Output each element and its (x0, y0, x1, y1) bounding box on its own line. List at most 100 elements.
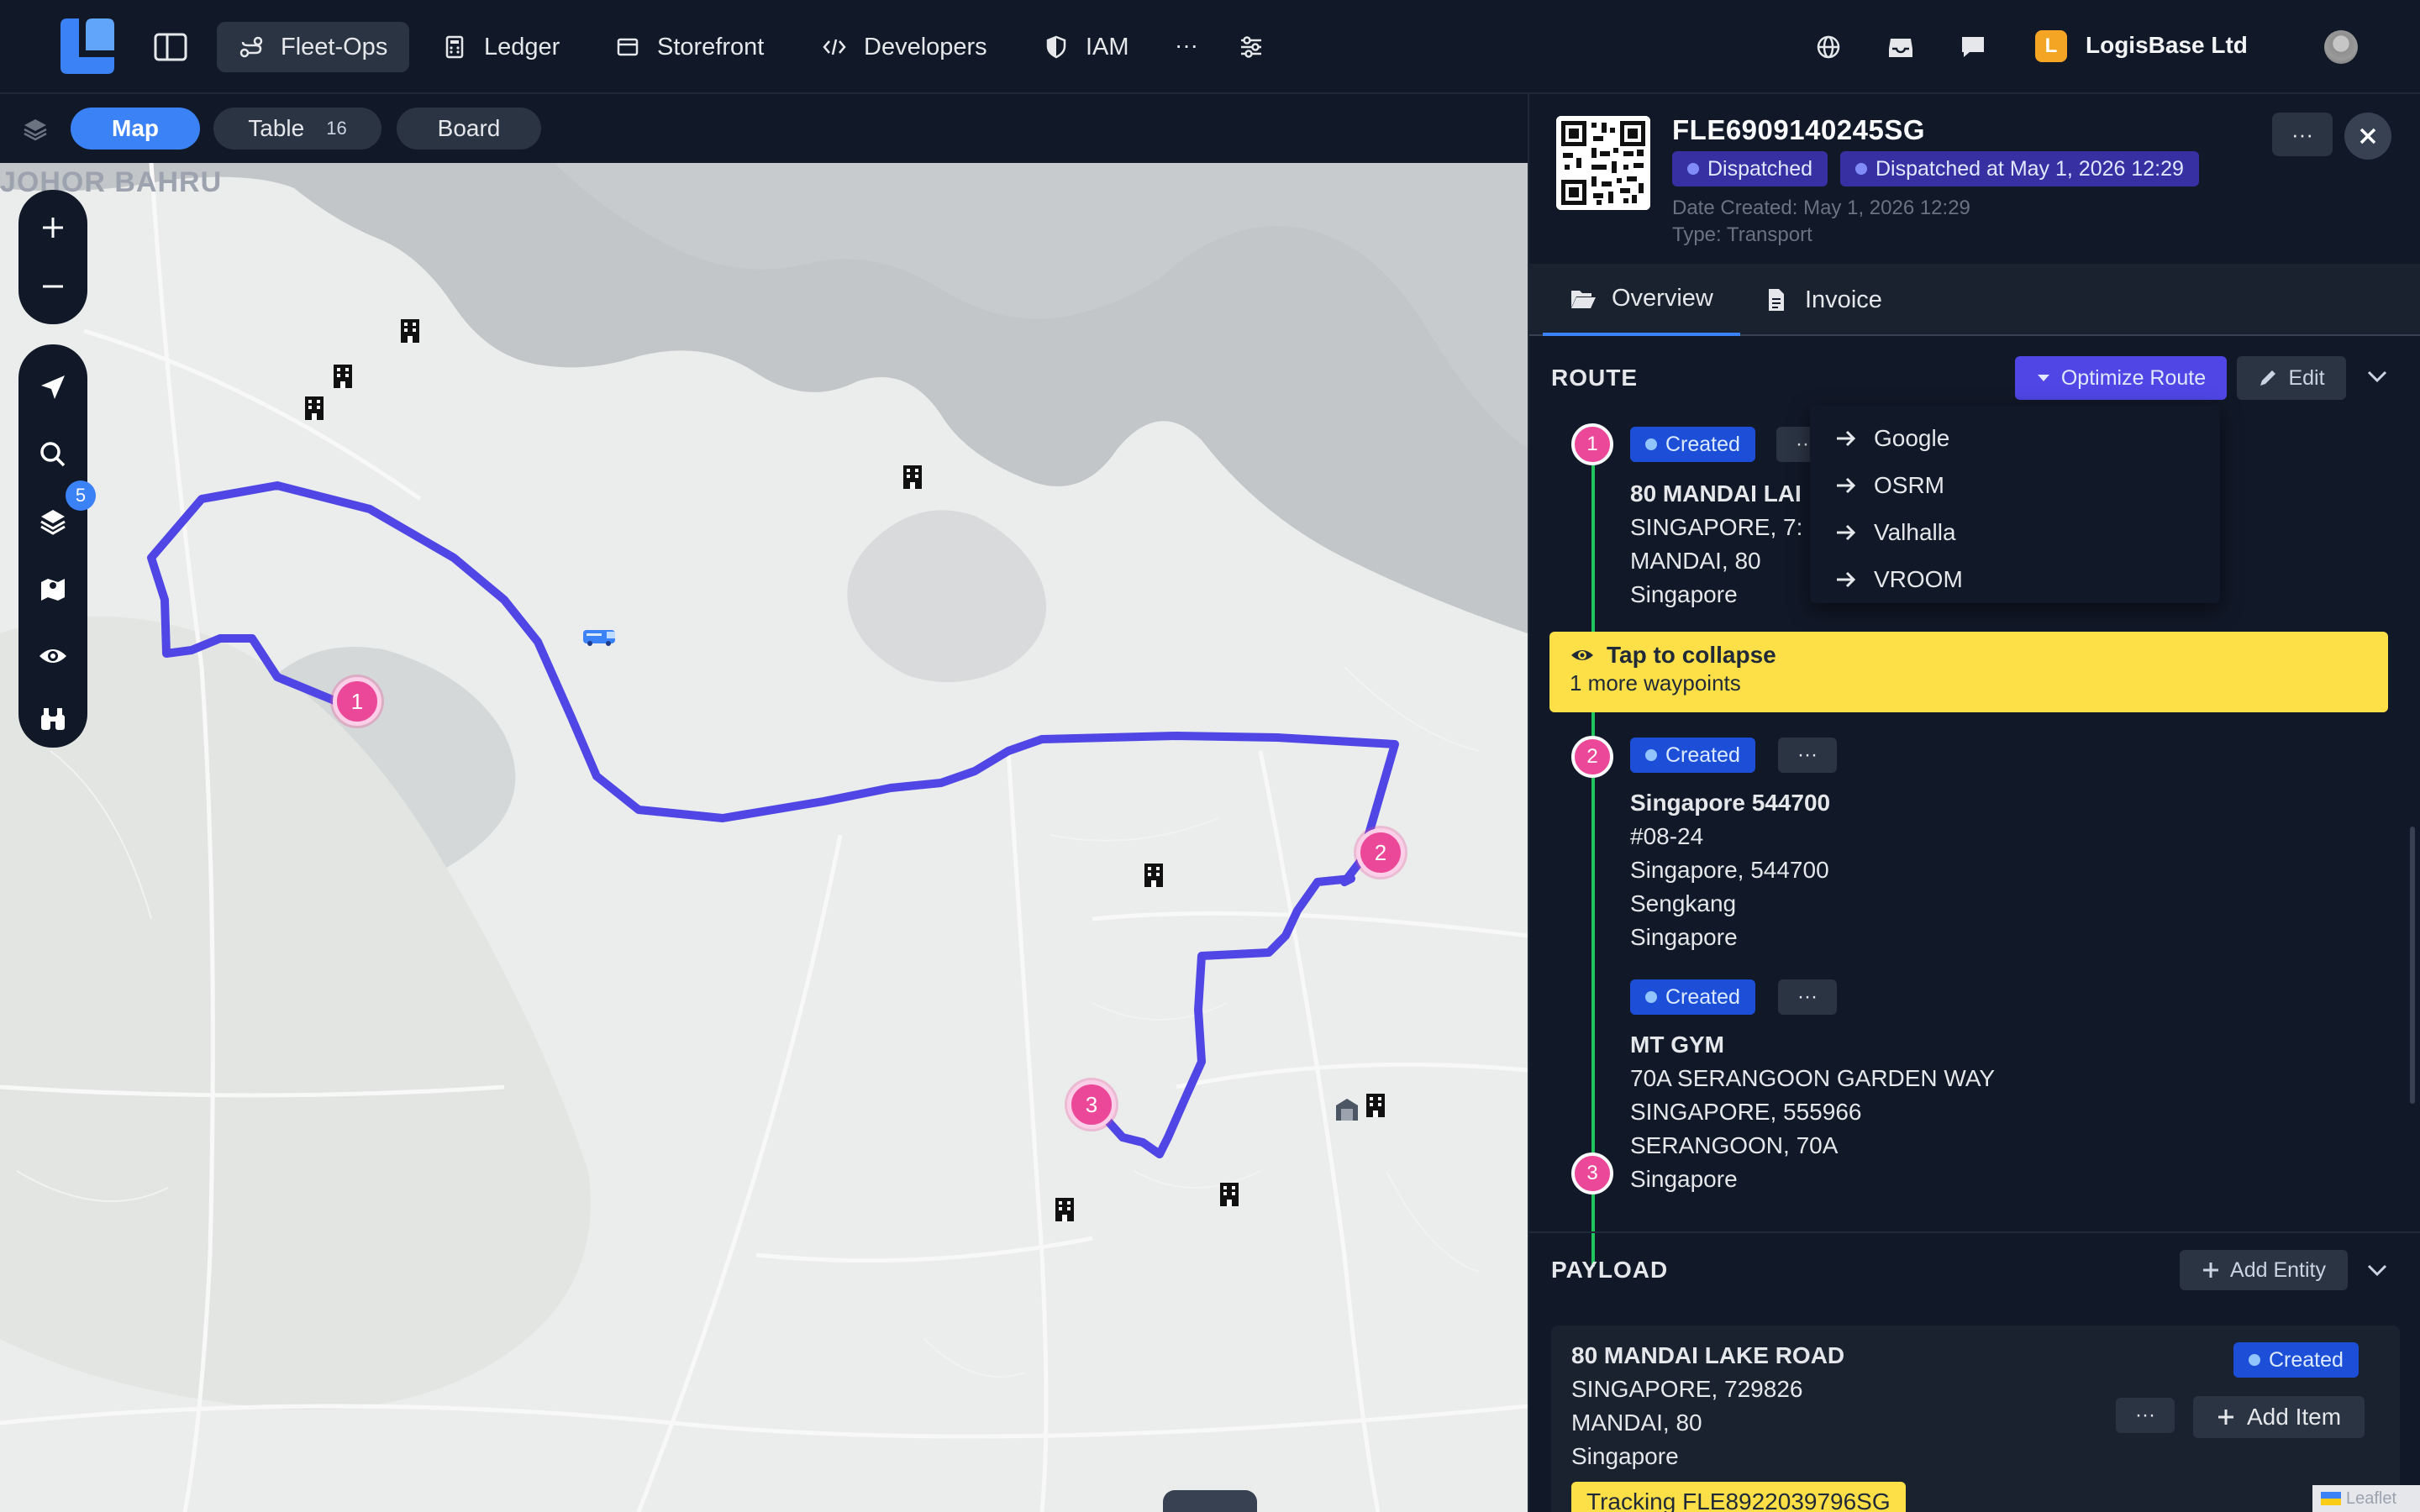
building-icon[interactable] (399, 318, 421, 344)
sliders-icon[interactable] (1234, 30, 1269, 64)
status-label: Created (1665, 743, 1740, 767)
caret-down-icon (2037, 375, 2049, 381)
add-item-button[interactable]: Add Item (2193, 1396, 2365, 1438)
folder-open-icon (1571, 291, 1596, 308)
nav-storefront[interactable]: Storefront (593, 22, 786, 72)
waypoint-name: Singapore 544700 (1630, 790, 1831, 816)
waypoint-address: Singapore 544700 #08-24 Singapore, 54470… (1630, 786, 1830, 954)
inbox-icon[interactable] (1884, 30, 1918, 64)
eye-icon[interactable] (18, 627, 87, 685)
waypoint-number: 2 (1571, 736, 1613, 778)
waypoint-more-button[interactable]: ··· (1778, 738, 1837, 773)
binoculars-icon[interactable] (18, 689, 87, 748)
vehicle-icon[interactable] (581, 627, 620, 647)
address-line: Singapore (1630, 1166, 1738, 1192)
flag-icon (2321, 1492, 2341, 1505)
calculator-icon (445, 35, 464, 59)
sidebar-toggle-icon[interactable] (151, 30, 190, 64)
building-icon[interactable] (1365, 1092, 1386, 1119)
zoom-out-button[interactable] (18, 257, 87, 316)
nav-developers[interactable]: Developers (800, 22, 1009, 72)
top-navigation-bar: Fleet-Ops Ledger Storefront Developers I… (0, 0, 2420, 94)
app-logo[interactable] (60, 18, 114, 74)
status-dot (1645, 991, 1657, 1003)
route-timeline-line (1591, 454, 1595, 1267)
building-icon[interactable] (1143, 862, 1165, 889)
map-icon[interactable] (18, 559, 87, 618)
tab-overview[interactable]: Overview (1543, 264, 1740, 336)
status-badge: Created (1630, 979, 1755, 1015)
building-icon[interactable] (332, 363, 354, 390)
nav-fleet-ops[interactable]: Fleet-Ops (217, 22, 410, 72)
drawer-drag-handle[interactable] (1163, 1490, 1257, 1512)
globe-icon[interactable] (1812, 30, 1845, 64)
status-label: Dispatched (1707, 156, 1813, 181)
building-icon[interactable] (1054, 1196, 1076, 1223)
nav-label: Developers (864, 33, 987, 60)
send-icon[interactable] (18, 358, 87, 417)
arrow-right-icon (1837, 430, 1856, 447)
org-badge[interactable]: L (2035, 30, 2067, 62)
optimize-option-vroom[interactable]: VROOM (1810, 556, 2220, 603)
address-line: 70A SERANGOON GARDEN WAY (1630, 1065, 1996, 1091)
building-icon[interactable] (902, 464, 923, 491)
entity-name: 80 MANDAI LAKE ROAD (1571, 1342, 1845, 1368)
address-line: Singapore (1571, 1443, 1679, 1469)
chat-icon[interactable] (1956, 30, 1990, 64)
pencil-icon (2260, 370, 2276, 386)
order-menu-button[interactable]: ··· (2272, 113, 2333, 156)
address-line: Singapore (1630, 581, 1738, 607)
panel-scrollbar[interactable] (2410, 827, 2415, 1104)
waypoint-marker-2[interactable]: 2 (1356, 828, 1405, 877)
status-badge: Created (1630, 738, 1755, 773)
status-badge: Created (2233, 1342, 2359, 1378)
tab-board[interactable]: Board (397, 108, 541, 150)
nav-ledger[interactable]: Ledger (420, 22, 581, 72)
address-line: SINGAPORE, 7: (1630, 514, 1803, 540)
optimize-option-google[interactable]: Google (1810, 415, 2220, 462)
search-icon[interactable] (18, 425, 87, 484)
optimize-option-osrm[interactable]: OSRM (1810, 462, 2220, 509)
close-icon (2360, 128, 2376, 144)
order-detail-panel: FLE6909140245SG Dispatched Dispatched at… (1528, 94, 2420, 1512)
add-item-label: Add Item (2246, 1404, 2342, 1430)
building-icon[interactable] (1218, 1181, 1240, 1208)
minus-icon (43, 285, 63, 288)
warehouse-icon[interactable] (1334, 1095, 1360, 1122)
tab-map[interactable]: Map (71, 108, 200, 150)
layers-icon[interactable] (18, 113, 52, 146)
option-label: VROOM (1874, 566, 1963, 592)
option-label: Google (1874, 425, 1950, 451)
collapse-waypoints-bar[interactable]: Tap to collapse 1 more waypoints (1549, 632, 2388, 712)
map-canvas[interactable]: JOHOR BAHRU 1 2 3 5 (0, 163, 1528, 1512)
tab-table[interactable]: Table 16 (213, 108, 381, 150)
edit-route-button[interactable]: Edit (2237, 356, 2346, 400)
tracking-badge[interactable]: Tracking FLE8922039796SG (1571, 1482, 1906, 1512)
waypoint-marker-3[interactable]: 3 (1067, 1080, 1116, 1129)
optimize-option-valhalla[interactable]: Valhalla (1810, 509, 2220, 556)
building-icon[interactable] (303, 395, 325, 422)
add-entity-button[interactable]: Add Entity (2180, 1250, 2348, 1290)
nav-iam[interactable]: IAM (1022, 22, 1151, 72)
address-line: SERANGOON, 70A (1630, 1132, 1839, 1158)
optimize-route-button[interactable]: Optimize Route (2015, 356, 2227, 400)
status-dot (1687, 163, 1699, 175)
org-name[interactable]: LogisBase Ltd (2086, 32, 2248, 59)
waypoint-more-button[interactable]: ··· (1778, 979, 1837, 1015)
chevron-down-icon[interactable] (2366, 368, 2388, 385)
plus-icon (43, 218, 63, 238)
chevron-down-icon[interactable] (2366, 1262, 2388, 1278)
avatar[interactable] (2324, 30, 2358, 64)
tab-invoice[interactable]: Invoice (1763, 264, 1882, 336)
add-entity-label: Add Entity (2230, 1257, 2326, 1282)
map-attribution[interactable]: Leaflet (2312, 1485, 2420, 1512)
nav-more-button[interactable]: ··· (1170, 29, 1203, 62)
waypoint-marker-1[interactable]: 1 (333, 677, 381, 726)
map-base (0, 163, 1528, 1512)
status-label: Created (1665, 432, 1740, 456)
map-view-toolbar: Map Table 16 Board (0, 94, 1528, 163)
zoom-in-button[interactable] (18, 198, 87, 257)
arrow-right-icon (1837, 524, 1856, 541)
entity-more-button[interactable]: ··· (2116, 1398, 2175, 1433)
close-panel-button[interactable] (2344, 113, 2391, 160)
